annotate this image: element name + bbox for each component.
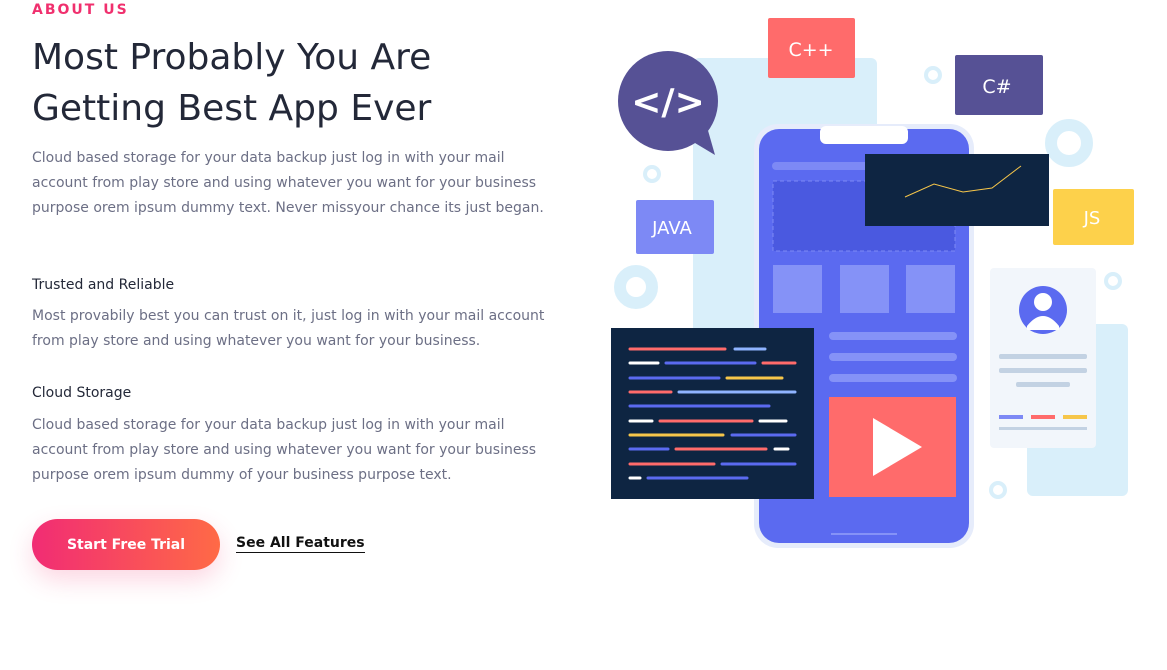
feature-title: Cloud Storage <box>32 385 132 401</box>
feature-title: Trusted and Reliable <box>32 277 175 293</box>
feature-text: Cloud based storage for your data backup… <box>32 417 537 483</box>
code-icon: </> <box>631 82 704 123</box>
java-label: JAVA <box>651 218 692 239</box>
csharp-label: C# <box>982 76 1011 98</box>
code-card <box>611 328 814 499</box>
page-title: Most Probably You Are Getting Best App E… <box>32 37 432 129</box>
app-illustration: </> C++ C# JAVA JS <box>611 18 1134 548</box>
gear-icon <box>614 265 658 309</box>
intro-text: Cloud based storage for your data backup… <box>32 150 544 216</box>
js-label: JS <box>1083 208 1101 229</box>
start-free-trial-button[interactable]: Start Free Trial <box>32 519 220 570</box>
section-eyebrow: ABOUT US <box>32 2 129 18</box>
gear-icon <box>1045 119 1093 167</box>
see-all-features-link[interactable]: See All Features <box>236 535 365 553</box>
cpp-label: C++ <box>788 39 833 61</box>
feature-text: Most provabily best you can trust on it,… <box>32 308 545 349</box>
